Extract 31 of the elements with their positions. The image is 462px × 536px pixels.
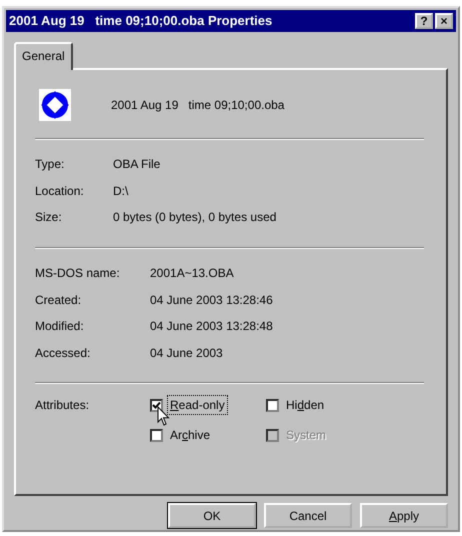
field-label: Created: xyxy=(35,292,82,309)
field-value: 04 June 2003 xyxy=(150,344,223,362)
checkbox-label: Hidden xyxy=(285,397,326,414)
field-value: D:\ xyxy=(113,182,128,200)
checkbox-label: System xyxy=(285,427,328,444)
checkbox-label: Archive xyxy=(169,427,212,444)
window-title: 2001 Aug 19 time 09;10;00.oba Properties xyxy=(9,12,272,30)
field-value: 2001A~13.OBA xyxy=(150,265,234,282)
checkbox-label: Read-only xyxy=(167,395,228,416)
field-label: Accessed: xyxy=(35,344,92,362)
dialog-button[interactable]: Cancel xyxy=(264,503,352,528)
help-button[interactable]: ? xyxy=(415,13,433,29)
field-value: 04 June 2003 13:28:48 xyxy=(150,318,273,336)
file-icon xyxy=(39,89,71,121)
field-label: Size: xyxy=(35,209,63,226)
checkbox[interactable] xyxy=(266,398,279,412)
mouse-pointer-icon xyxy=(157,406,170,427)
field-label: Location: xyxy=(35,182,85,200)
field-value: 04 June 2003 13:28:46 xyxy=(150,292,273,309)
file-name: 2001 Aug 19 time 09;10;00.oba xyxy=(111,97,284,114)
dialog-button[interactable]: OK xyxy=(168,503,256,528)
field-value: OBA File xyxy=(113,156,160,174)
field-value: 0 bytes (0 bytes), 0 bytes used xyxy=(113,209,276,226)
dialog-button[interactable]: Apply xyxy=(360,503,448,528)
field-label: MS-DOS name: xyxy=(35,265,121,282)
field-label: Attributes: xyxy=(35,397,90,414)
field-label: Type: xyxy=(35,156,66,174)
tab[interactable]: General xyxy=(14,42,73,70)
close-button[interactable]: × xyxy=(435,13,453,29)
checkbox[interactable] xyxy=(150,428,163,442)
field-label: Modified: xyxy=(35,318,85,336)
